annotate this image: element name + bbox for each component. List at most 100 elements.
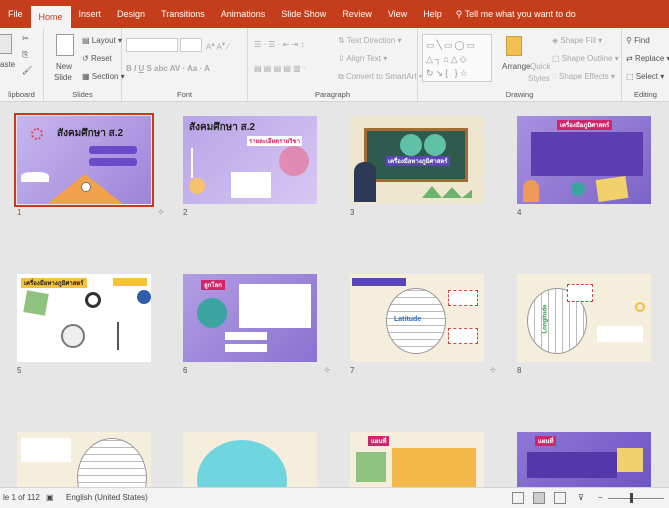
shape-outline-button[interactable]: ▢ Shape Outline ▾ (552, 54, 619, 63)
paragraph-group: ☰ · ☰ · ⇤ ⇥ ↕ ▤ ▤ ▤ ▤ ▥ · ⇅ Text Directi… (248, 28, 422, 102)
language-indicator[interactable]: English (United States) (66, 493, 148, 502)
slide-number: 6 (183, 366, 188, 375)
clipboard-label: lipboard (8, 90, 35, 99)
slide-thumbnail-2[interactable]: สังคมศึกษา ส.2 รายละเอียดรายวิชา (183, 116, 317, 204)
shapes-gallery[interactable]: ▭╲▭◯▭ △┐⌂△◇ ↻↘{ }☆ (422, 34, 492, 82)
tab-home[interactable]: Home (30, 6, 71, 28)
paste-icon[interactable] (0, 34, 12, 54)
slide-sorter: สังคมศึกษา ส.2 1 ⊹ สังคมศึกษา ส.2 รายละเ… (0, 102, 669, 487)
slide-thumbnail-1[interactable]: สังคมศึกษา ส.2 (14, 113, 154, 207)
slide-thumbnail-5[interactable]: เครื่องมือทางภูมิศาสตร์ (17, 274, 151, 362)
text-block (527, 452, 617, 478)
align-text-button[interactable]: ⇳ Align Text ▾ (338, 54, 387, 63)
search-icon: ⚲ (626, 36, 635, 45)
slide-thumbnail-6[interactable]: ลูกโลก (183, 274, 317, 362)
slide-number: 7 (350, 366, 355, 375)
slide-number: 4 (517, 208, 522, 217)
arrange-button[interactable]: Arrange (502, 62, 530, 71)
quick-styles-button[interactable]: Quick (530, 62, 550, 71)
globe-grid (77, 438, 147, 487)
slide-thumbnail-3[interactable]: เครื่องมือทางภูมิศาสตร์ (350, 116, 484, 204)
section-button[interactable]: ▦ Section ▾ (82, 72, 125, 81)
label-box (225, 332, 267, 340)
paste-button[interactable]: aste (0, 60, 15, 69)
text-direction-button[interactable]: ⇅ Text Direction ▾ (338, 36, 402, 45)
tab-transitions[interactable]: Transitions (153, 0, 213, 28)
text-block (21, 438, 71, 462)
map-icon (23, 290, 49, 316)
shape-effects-button[interactable]: ◌ Shape Effects ▾ (552, 72, 615, 81)
font-size-input[interactable] (180, 38, 202, 52)
globe-icon (137, 290, 151, 304)
slide-title: เครื่องมือภูมิศาสตร์ (557, 120, 613, 130)
tab-design[interactable]: Design (109, 0, 153, 28)
title-banner (352, 278, 406, 286)
format-painter-icon[interactable]: 🖌 (22, 66, 32, 75)
copy-icon[interactable]: ⎘ (22, 50, 28, 60)
label-box (225, 344, 267, 352)
convert-smartart-button[interactable]: ⧉ Convert to SmartArt ▾ (338, 72, 422, 82)
globe-icon (571, 182, 585, 196)
clock-icon (81, 182, 91, 192)
slide-title: เครื่องมือทางภูมิศาสตร์ (386, 156, 450, 166)
slide-thumbnail-9[interactable] (17, 432, 151, 487)
compass-icon (85, 292, 101, 308)
note-box (448, 328, 478, 344)
normal-view-icon[interactable] (512, 492, 524, 504)
cut-icon[interactable]: ✂ (22, 34, 29, 43)
spell-check-icon[interactable]: ▣ (46, 493, 54, 502)
tab-review[interactable]: Review (334, 0, 380, 28)
slide-thumbnail-12[interactable]: แผนที่ (517, 432, 651, 487)
font-format-buttons[interactable]: B I U S abc AV · Aa · A (126, 64, 210, 73)
reading-view-icon[interactable] (554, 492, 566, 504)
note-box (448, 290, 478, 306)
clock-icon (635, 302, 645, 312)
slide-thumbnail-4[interactable]: เครื่องมือภูมิศาสตร์ (517, 116, 651, 204)
label-banner (113, 278, 147, 286)
slideshow-view-icon[interactable]: ⊽ (578, 493, 584, 502)
tab-insert[interactable]: Insert (71, 0, 110, 28)
replace-button[interactable]: ⇄ Replace ▾ (626, 54, 669, 63)
slide-thumbnail-10[interactable] (183, 432, 317, 487)
text-block (239, 284, 311, 328)
find-button[interactable]: ⚲ Find (626, 36, 650, 45)
map-illustration (617, 448, 643, 472)
tell-me-search[interactable]: ⚲ Tell me what you want to do (450, 0, 584, 28)
slide-sorter-view-icon[interactable] (533, 492, 545, 504)
slide-title: เครื่องมือทางภูมิศาสตร์ (21, 278, 87, 288)
list-buttons[interactable]: ☰ · ☰ · ⇤ ⇥ ↕ (254, 40, 304, 49)
slide-thumbnail-7[interactable]: Latitude (350, 274, 484, 362)
reset-button[interactable]: ↺ Reset (82, 54, 112, 63)
shape-fill-button[interactable]: ◈ Shape Fill ▾ (552, 36, 602, 45)
new-slide-button[interactable]: New (56, 62, 72, 71)
slide-title: สังคมศึกษา ส.2 (189, 122, 256, 133)
book-icon (21, 172, 49, 182)
slide-thumbnail-8[interactable]: Longitude (517, 274, 651, 362)
slide-banner (89, 146, 137, 154)
tab-file[interactable]: File (0, 0, 31, 28)
slide-thumbnail-11[interactable]: แผนที่ (350, 432, 484, 487)
grow-font-icon[interactable]: A▴ A▾ ⁄ (206, 40, 229, 52)
layout-button[interactable]: ▤ Layout ▾ (82, 36, 122, 45)
drawing-label: Drawing (505, 90, 534, 99)
ribbon-tab-bar: File Home Insert Design Transitions Anim… (0, 0, 669, 28)
zoom-slider[interactable] (608, 498, 664, 499)
arrange-icon[interactable] (506, 36, 522, 56)
align-buttons[interactable]: ▤ ▤ ▤ ▤ ▥ · (254, 64, 306, 73)
slide-number: 2 (183, 208, 188, 217)
tab-animations[interactable]: Animations (213, 0, 274, 28)
tab-help[interactable]: Help (415, 0, 450, 28)
globe-icon (400, 134, 422, 156)
info-table (231, 172, 271, 198)
zoom-slider-thumb[interactable] (630, 493, 633, 503)
ribbon: aste ✂ ⎘ 🖌 lipboard New Slide ▤ Layout ▾… (0, 28, 669, 102)
tab-slide-show[interactable]: Slide Show (273, 0, 334, 28)
font-name-input[interactable] (126, 38, 178, 52)
tab-view[interactable]: View (380, 0, 415, 28)
text-block (531, 132, 643, 176)
zoom-out-icon[interactable]: − (598, 493, 603, 502)
map-icon (356, 452, 386, 482)
select-button[interactable]: ⬚ Select ▾ (626, 72, 664, 81)
new-slide-icon[interactable] (56, 34, 74, 56)
font-label: Font (176, 90, 192, 99)
